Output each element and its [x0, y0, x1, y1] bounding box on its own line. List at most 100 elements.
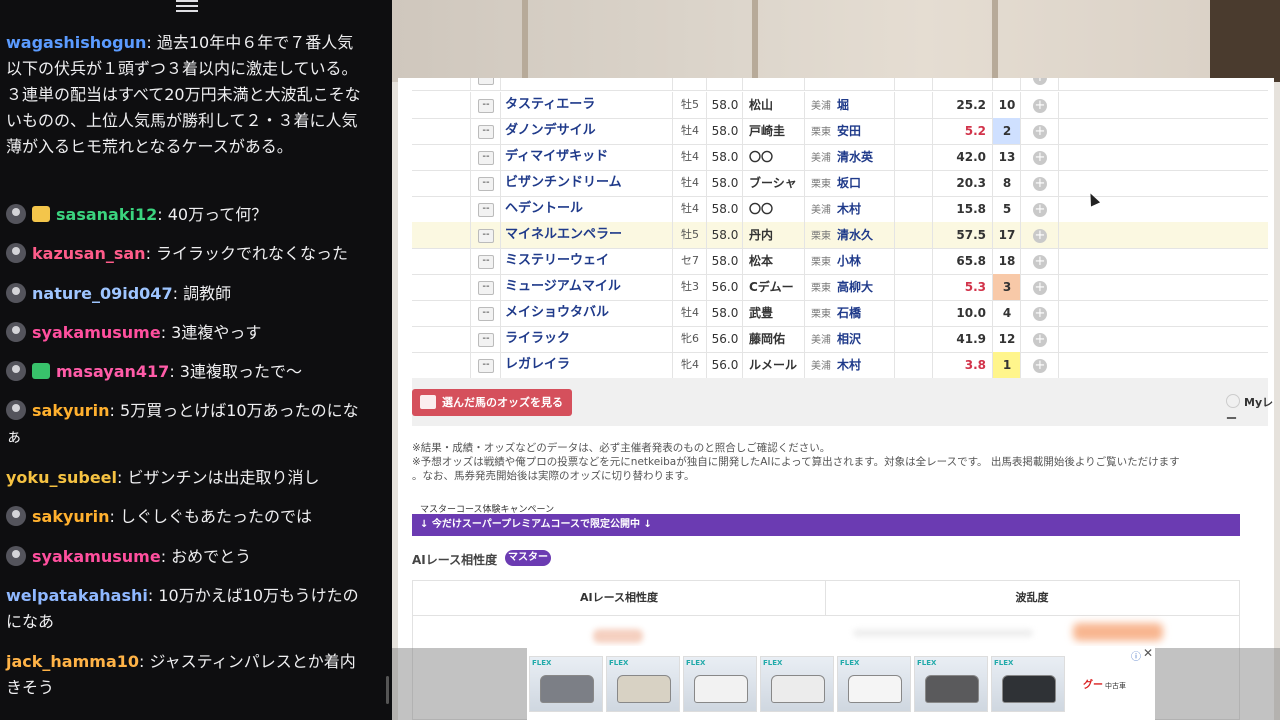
avatar[interactable] [6, 546, 26, 566]
horse-name-link[interactable]: マイネルエンペラー [500, 222, 672, 248]
horse-name-link[interactable]: ヘデントール [500, 196, 672, 222]
mark-select[interactable]: -- [470, 300, 501, 326]
ad-car-image[interactable]: FLEX [914, 656, 988, 712]
chat-scrollbar[interactable] [386, 676, 389, 704]
avatar[interactable] [6, 243, 26, 263]
jockey-link[interactable]: ブーシャ [742, 170, 804, 196]
chat-username[interactable]: wagashishogun [6, 33, 146, 52]
sex-age: セ7 [672, 248, 707, 274]
jockey-link[interactable]: 〇〇 [742, 196, 804, 222]
avatar[interactable] [6, 361, 26, 381]
chat-username[interactable]: jack_hamma10 [6, 652, 139, 671]
ad-close-icon[interactable]: ✕ [1143, 646, 1153, 660]
mark-select[interactable]: -- [470, 222, 501, 248]
avatar[interactable] [6, 322, 26, 342]
horse-name-link[interactable]: ミュージアムマイル [500, 274, 672, 300]
ad-car-image[interactable]: FLEX [837, 656, 911, 712]
jockey-link[interactable]: 武豊 [742, 300, 804, 326]
trainer-cell[interactable]: 栗東 高柳大 [804, 274, 894, 300]
car-ad-banner[interactable]: FLEX FLEX FLEX FLEX FLEX FLEX FLEX グー 中古車 ⓘ ✕ [527, 646, 1155, 720]
horse-row: -- ミステリーウェイ セ7 58.0 松本 栗東 小林 65.8 18 + [412, 248, 1268, 275]
mark-select[interactable]: -- [470, 352, 501, 378]
weight: 56.0 [706, 352, 743, 378]
mark-select[interactable]: -- [470, 170, 501, 196]
trainer-cell[interactable]: 美浦 木村 [804, 352, 894, 378]
trainer-cell[interactable]: 美浦 相沢 [804, 326, 894, 352]
avatar[interactable] [6, 506, 26, 526]
avatar[interactable] [6, 283, 26, 303]
trainer-cell[interactable]: 美浦堀 [804, 92, 894, 118]
plus-icon: + [1033, 175, 1047, 191]
menu-icon[interactable] [176, 0, 198, 16]
trainer-cell[interactable]: 美浦 清水英 [804, 144, 894, 170]
mark-select[interactable]: -- [470, 118, 501, 144]
mark-select[interactable]: -- [470, 274, 501, 300]
blank-cell [894, 248, 933, 274]
ad-car-image[interactable]: FLEX [529, 656, 603, 712]
mark-select[interactable]: -- [470, 144, 501, 170]
chat-username[interactable]: syakamusume [32, 547, 161, 566]
add-favorite-button[interactable]: + [1020, 222, 1059, 248]
horse-name-link[interactable]: ミステリーウェイ [500, 248, 672, 274]
horse-name-link[interactable]: ライラック [500, 326, 672, 352]
add-favorite-button[interactable]: + [1020, 300, 1059, 326]
chat-colon: : [146, 33, 157, 52]
horse-name-link[interactable]: ディマイザキッド [500, 144, 672, 170]
chat-username[interactable]: welpatakahashi [6, 586, 148, 605]
add-favorite-button[interactable]: + [1020, 274, 1059, 300]
jockey-link[interactable]: 戸崎圭 [742, 118, 804, 144]
goo-logo[interactable]: グー 中古車 [1083, 676, 1126, 691]
ad-car-image[interactable]: FLEX [683, 656, 757, 712]
chat-username[interactable]: sakyurin [32, 401, 110, 420]
horse-name-link[interactable]: タスティエーラ [500, 92, 672, 118]
view-odds-button[interactable]: 選んだ馬のオッズを見る [412, 389, 572, 416]
jockey-link[interactable]: 松山 [742, 92, 804, 118]
chat-username[interactable]: kazusan_san [32, 244, 146, 263]
avatar[interactable] [6, 400, 26, 420]
trainer-cell[interactable]: 栗東 小林 [804, 248, 894, 274]
chat-username[interactable]: nature_09id047 [32, 284, 173, 303]
mark-select[interactable]: -- [470, 248, 501, 274]
add-favorite-button[interactable]: + [1020, 352, 1059, 378]
horse-name-link[interactable]: メイショウタバル [500, 300, 672, 326]
ad-car-image[interactable]: FLEX [991, 656, 1065, 712]
odds-value: 5.2 [932, 118, 992, 144]
add-favorite-button[interactable]: + [1020, 118, 1059, 144]
horse-name-link[interactable]: ビザンチンドリーム [500, 170, 672, 196]
chat-username[interactable]: sakyurin [32, 507, 110, 526]
add-favorite-button[interactable]: + [1020, 144, 1059, 170]
chat-username[interactable]: yoku_subeel [6, 468, 117, 487]
chat-username[interactable]: syakamusume [32, 323, 161, 342]
add-favorite-button[interactable]: + [1020, 326, 1059, 352]
trainer-cell[interactable]: 栗東 坂口 [804, 170, 894, 196]
my-race-toggle[interactable]: Myレー [1226, 394, 1274, 426]
jockey-link[interactable]: Cデムー [742, 274, 804, 300]
add-favorite-button[interactable]: + [1020, 248, 1059, 274]
ai-col-compat: AIレース相性度 [413, 581, 826, 616]
ad-info-icon[interactable]: ⓘ [1131, 648, 1141, 663]
jockey-link[interactable]: 藤岡佑 [742, 326, 804, 352]
ad-car-image[interactable]: FLEX [606, 656, 680, 712]
add-favorite-button[interactable]: + [1020, 170, 1059, 196]
ad-car-image[interactable]: FLEX [760, 656, 834, 712]
chat-username[interactable]: masayan417 [56, 362, 169, 381]
trainer-cell[interactable]: 栗東 清水久 [804, 222, 894, 248]
chat-username[interactable]: sasanaki12 [56, 205, 157, 224]
horse-name-link[interactable]: レガレイラ [500, 352, 672, 378]
mark-select[interactable]: -- [470, 326, 501, 352]
mark-select[interactable]: -- [470, 92, 501, 118]
add-favorite-button[interactable]: + [1020, 196, 1059, 222]
mark-select[interactable]: -- [470, 196, 501, 222]
jockey-link[interactable]: 松本 [742, 248, 804, 274]
weight: 56.0 [706, 274, 743, 300]
campaign-banner[interactable]: ↓ 今だけスーパープレミアムコースで限定公開中 ↓ [412, 514, 1240, 536]
jockey-link[interactable]: ルメール [742, 352, 804, 378]
jockey-link[interactable]: 〇〇 [742, 144, 804, 170]
horse-name-link[interactable]: ダノンデサイル [500, 118, 672, 144]
trainer-cell[interactable]: 栗東 石橋 [804, 300, 894, 326]
avatar[interactable] [6, 204, 26, 224]
add-favorite-button[interactable]: + [1020, 92, 1059, 118]
jockey-link[interactable]: 丹内 [742, 222, 804, 248]
trainer-cell[interactable]: 美浦 木村 [804, 196, 894, 222]
trainer-cell[interactable]: 栗東 安田 [804, 118, 894, 144]
